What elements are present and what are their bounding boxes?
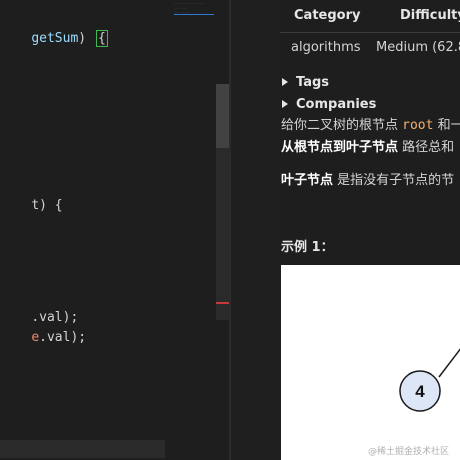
- disclosure-triangle-icon: [282, 77, 288, 86]
- binary-tree-diagram: 4: [399, 348, 460, 412]
- category-value: algorithms: [291, 40, 361, 55]
- description-line-1: 给你二叉树的根节点 root 和一: [281, 116, 460, 136]
- column-header-difficulty: Difficulty: [400, 8, 460, 23]
- code-token: ): [78, 31, 94, 46]
- code-token: .val);: [39, 330, 87, 345]
- text: 是指没有子节点的节: [333, 173, 455, 188]
- inline-code: root: [402, 118, 434, 133]
- disclosure-triangle-icon: [282, 99, 288, 108]
- code-editor[interactable]: getSum) { t) { .val); e.val); ---- -----…: [0, 0, 230, 460]
- text: 和一: [437, 118, 460, 133]
- companies-toggle[interactable]: Companies: [282, 97, 376, 112]
- panel-divider[interactable]: [230, 0, 280, 460]
- watermark: @稀土掘金技术社区: [368, 447, 450, 457]
- code-line-1[interactable]: getSum) {: [0, 9, 108, 47]
- description-line-3: 叶子节点 是指没有子节点的节: [281, 171, 454, 191]
- matched-bracket: {: [95, 30, 108, 47]
- code-token: e: [31, 330, 40, 345]
- code-line-2[interactable]: t) {: [0, 176, 62, 213]
- tags-toggle[interactable]: Tags: [282, 75, 329, 90]
- tree-edge: [438, 348, 460, 378]
- description-line-2: 从根节点到叶子节点 路径总和: [281, 138, 454, 158]
- scrollbar-thumb[interactable]: [216, 84, 230, 148]
- bold-text: 从根节点到叶子节点: [281, 140, 399, 155]
- scrollbar-error-marker: [216, 302, 230, 304]
- tags-label: Tags: [296, 75, 330, 90]
- difficulty-value: Medium (62.8: [376, 40, 460, 55]
- text: 给你二叉树的根节点: [281, 118, 403, 133]
- minimap-line: ---- ------ -----: [174, 1, 205, 5]
- example-tree-image: 4: [281, 265, 460, 460]
- tree-node-label: 4: [415, 382, 425, 401]
- example-title: 示例 1：: [281, 240, 334, 255]
- code-line-3[interactable]: .val);: [0, 288, 78, 325]
- text: 路径总和: [398, 140, 455, 155]
- bold-text: 叶子节点: [281, 173, 334, 188]
- horizontal-scrollbar[interactable]: [0, 440, 165, 458]
- minimap[interactable]: ---- ------ ----- -- ---- ---------: [170, 0, 216, 24]
- code-line-4[interactable]: e.val);: [0, 308, 86, 345]
- info-table-header: Category Difficulty: [280, 0, 460, 33]
- code-token: getSum: [31, 31, 79, 46]
- companies-label: Companies: [296, 97, 377, 112]
- column-header-category: Category: [294, 8, 361, 23]
- code-token: t) {: [31, 198, 63, 213]
- minimap-highlight: [174, 14, 214, 15]
- problem-description: Category Difficulty algorithms Medium (6…: [280, 0, 460, 460]
